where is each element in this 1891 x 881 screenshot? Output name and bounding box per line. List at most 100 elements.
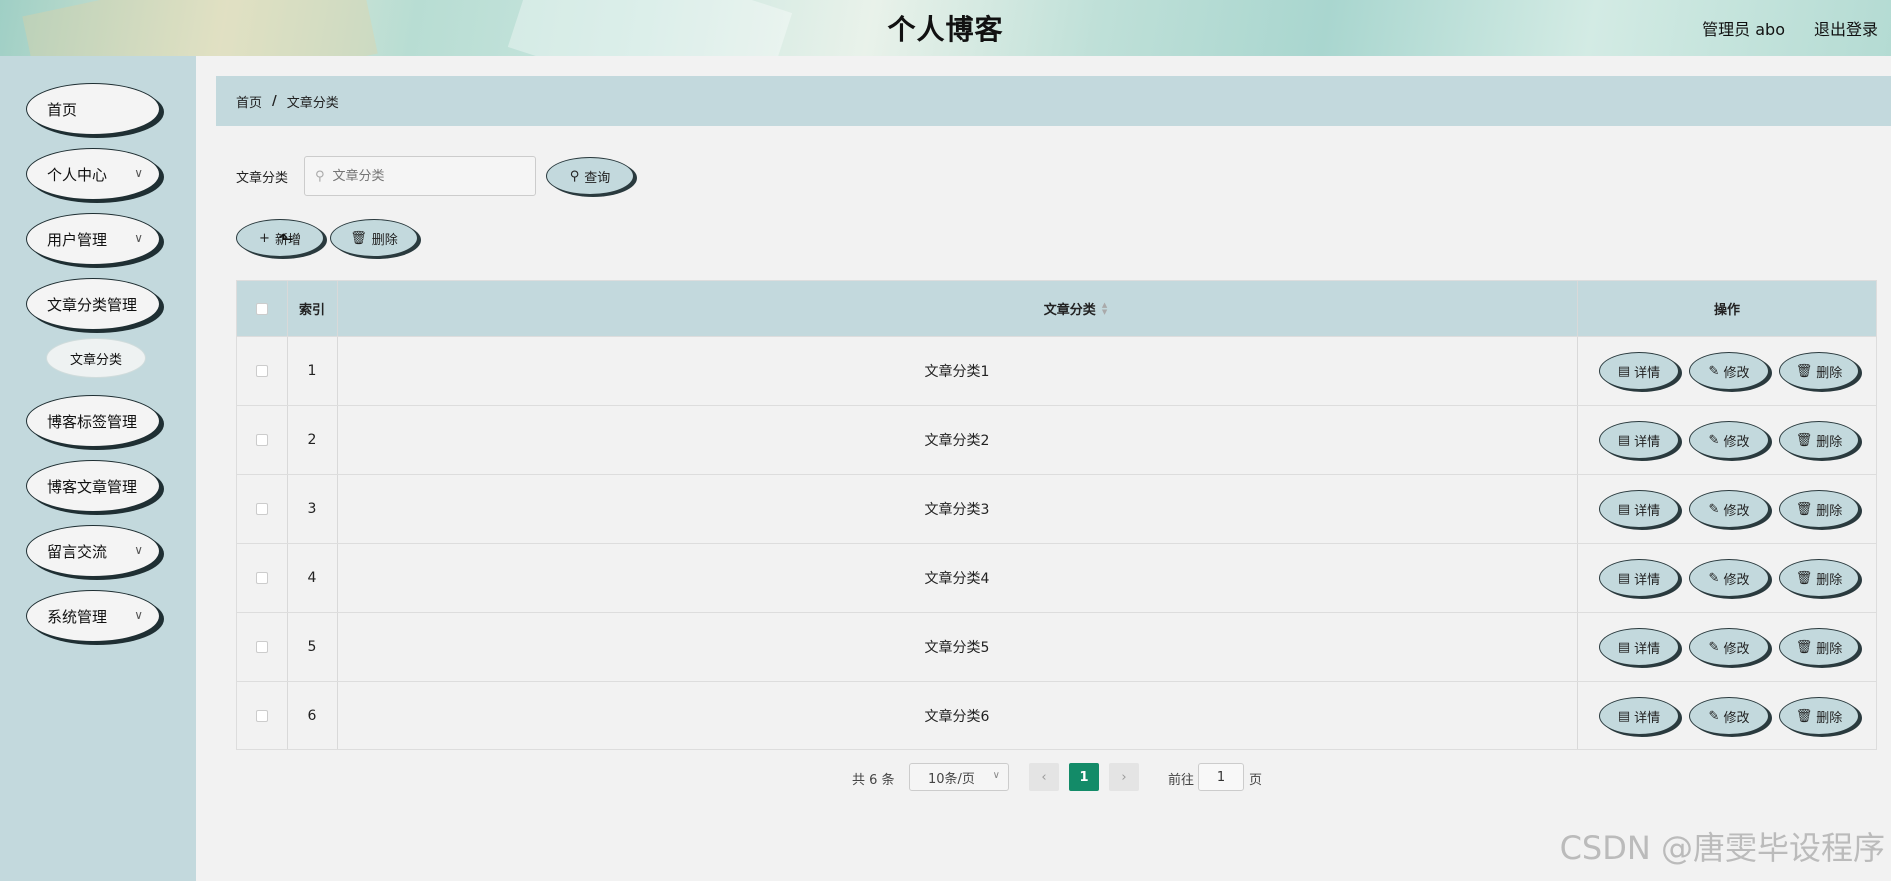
edit-button[interactable]: ✎ 修改	[1689, 697, 1769, 735]
detail-button[interactable]: ▤ 详情	[1599, 490, 1679, 528]
chevron-down-icon: ∨	[134, 543, 143, 557]
table-row: 4 文章分类4 ▤ 详情 ✎ 修改 🗑 删除	[237, 543, 1876, 612]
trash-icon: 🗑	[1795, 501, 1813, 517]
prev-page-button[interactable]: ‹	[1029, 763, 1059, 791]
select-all-checkbox[interactable]	[256, 302, 268, 315]
table-header: 索引 文章分类 ▲ ▼ 操作	[237, 281, 1876, 336]
row-category: 文章分类3	[924, 502, 990, 518]
batch-delete-label: 删除	[371, 232, 398, 248]
table-row: 6 文章分类6 ▤ 详情 ✎ 修改 🗑 删除	[237, 681, 1876, 750]
edit-button-label: 修改	[1723, 710, 1750, 726]
search-field[interactable]: ⚲	[304, 156, 536, 196]
pagination-total: 共 6 条	[852, 773, 895, 788]
sort-icon[interactable]: ▲ ▼	[1102, 301, 1107, 316]
page-size-select[interactable]: 10条/页 ∨	[909, 763, 1009, 791]
sidebar-item-user-management[interactable]: 用户管理 ∨	[26, 213, 160, 265]
goto-page-input[interactable]: 1	[1198, 763, 1244, 791]
sidebar-item-system-management[interactable]: 系统管理 ∨	[26, 590, 160, 642]
breadcrumb-current: 文章分类	[286, 95, 339, 111]
chevron-down-icon: ∨	[992, 770, 1000, 781]
chevron-down-icon: ∨	[134, 231, 143, 245]
delete-button-label: 删除	[1816, 572, 1843, 588]
query-button-label: 查询	[584, 170, 611, 186]
header-actions: 操作	[1713, 303, 1740, 318]
edit-button[interactable]: ✎ 修改	[1689, 559, 1769, 597]
detail-button[interactable]: ▤ 详情	[1599, 697, 1679, 735]
row-select-cell	[237, 613, 287, 681]
search-label: 文章分类	[236, 171, 289, 186]
plus-icon: +	[259, 230, 270, 246]
row-checkbox[interactable]	[256, 572, 268, 584]
delete-button[interactable]: 🗑 删除	[1779, 628, 1859, 666]
delete-button[interactable]: 🗑 删除	[1779, 559, 1859, 597]
detail-button[interactable]: ▤ 详情	[1599, 421, 1679, 459]
row-checkbox[interactable]	[256, 641, 268, 653]
trash-icon: 🗑	[1795, 363, 1813, 379]
sidebar-item-personal-center[interactable]: 个人中心 ∨	[26, 148, 160, 200]
sidebar-item-label: 个人中心	[47, 165, 108, 184]
sidebar-item-home[interactable]: 首页	[26, 83, 160, 135]
search-input[interactable]	[330, 167, 515, 185]
page-number-current[interactable]: 1	[1069, 763, 1099, 791]
row-index: 4	[307, 570, 317, 586]
delete-button[interactable]: 🗑 删除	[1779, 352, 1859, 390]
category-table: 索引 文章分类 ▲ ▼ 操作 1 文章分类1 ▤ 详情 ✎ 修改 🗑 删除 2 文章分类2 ▤ 详情 ✎ 修…	[236, 280, 1877, 750]
delete-button[interactable]: 🗑 删除	[1779, 421, 1859, 459]
breadcrumb-home[interactable]: 首页	[236, 92, 262, 111]
detail-button[interactable]: ▤ 详情	[1599, 628, 1679, 666]
sidebar-item-label: 系统管理	[47, 607, 108, 626]
logout-link[interactable]: 退出登录	[1814, 16, 1878, 40]
document-icon: ▤	[1617, 708, 1631, 724]
header-index: 索引	[298, 303, 325, 318]
row-select-cell	[237, 544, 287, 612]
sidebar-item-label: 博客标签管理	[47, 412, 138, 431]
edit-button[interactable]: ✎ 修改	[1689, 490, 1769, 528]
detail-button-label: 详情	[1634, 572, 1661, 588]
sidebar: 首页 个人中心 ∨ 用户管理 ∨ 文章分类管理 文章分类 博客标签管理 博客文章…	[0, 56, 196, 881]
sidebar-item-label: 博客文章管理	[47, 477, 138, 496]
search-icon: ⚲	[315, 168, 325, 184]
chevron-left-icon: ‹	[1041, 769, 1047, 785]
edit-button-label: 修改	[1723, 503, 1750, 519]
row-checkbox[interactable]	[256, 365, 268, 377]
row-category: 文章分类6	[924, 709, 990, 725]
delete-button-label: 删除	[1816, 641, 1843, 657]
document-icon: ▤	[1617, 363, 1631, 379]
sidebar-item-category-management[interactable]: 文章分类管理	[26, 278, 160, 330]
delete-button[interactable]: 🗑 删除	[1779, 490, 1859, 528]
goto-label: 前往	[1168, 773, 1195, 788]
detail-button[interactable]: ▤ 详情	[1599, 352, 1679, 390]
delete-button[interactable]: 🗑 删除	[1779, 697, 1859, 735]
document-icon: ▤	[1617, 570, 1631, 586]
next-page-button[interactable]: ›	[1109, 763, 1139, 791]
row-category: 文章分类1	[924, 364, 990, 380]
detail-button-label: 详情	[1634, 641, 1661, 657]
row-select-cell	[237, 682, 287, 750]
edit-button[interactable]: ✎ 修改	[1689, 628, 1769, 666]
sidebar-item-article-management[interactable]: 博客文章管理	[26, 460, 160, 512]
pencil-icon: ✎	[1708, 708, 1720, 724]
row-category: 文章分类4	[924, 571, 990, 587]
row-checkbox[interactable]	[256, 434, 268, 446]
edit-button-label: 修改	[1723, 365, 1750, 381]
row-checkbox[interactable]	[256, 503, 268, 515]
batch-delete-button[interactable]: 🗑 删除	[330, 219, 418, 257]
sidebar-item-tag-management[interactable]: 博客标签管理	[26, 395, 160, 447]
detail-button-label: 详情	[1634, 503, 1661, 519]
edit-button[interactable]: ✎ 修改	[1689, 421, 1769, 459]
delete-button-label: 删除	[1816, 503, 1843, 519]
trash-icon: 🗑	[1795, 708, 1813, 724]
query-button[interactable]: ⚲ 查询	[546, 157, 634, 195]
sidebar-subitem-category[interactable]: 文章分类	[46, 338, 146, 378]
row-index: 2	[307, 432, 317, 448]
edit-button[interactable]: ✎ 修改	[1689, 352, 1769, 390]
table-row: 3 文章分类3 ▤ 详情 ✎ 修改 🗑 删除	[237, 474, 1876, 543]
row-index: 1	[307, 363, 317, 379]
row-checkbox[interactable]	[256, 710, 268, 722]
detail-button[interactable]: ▤ 详情	[1599, 559, 1679, 597]
table-row: 2 文章分类2 ▤ 详情 ✎ 修改 🗑 删除	[237, 405, 1876, 474]
delete-button-label: 删除	[1816, 365, 1843, 381]
document-icon: ▤	[1617, 639, 1631, 655]
sidebar-item-messages[interactable]: 留言交流 ∨	[26, 525, 160, 577]
row-select-cell	[237, 406, 287, 474]
